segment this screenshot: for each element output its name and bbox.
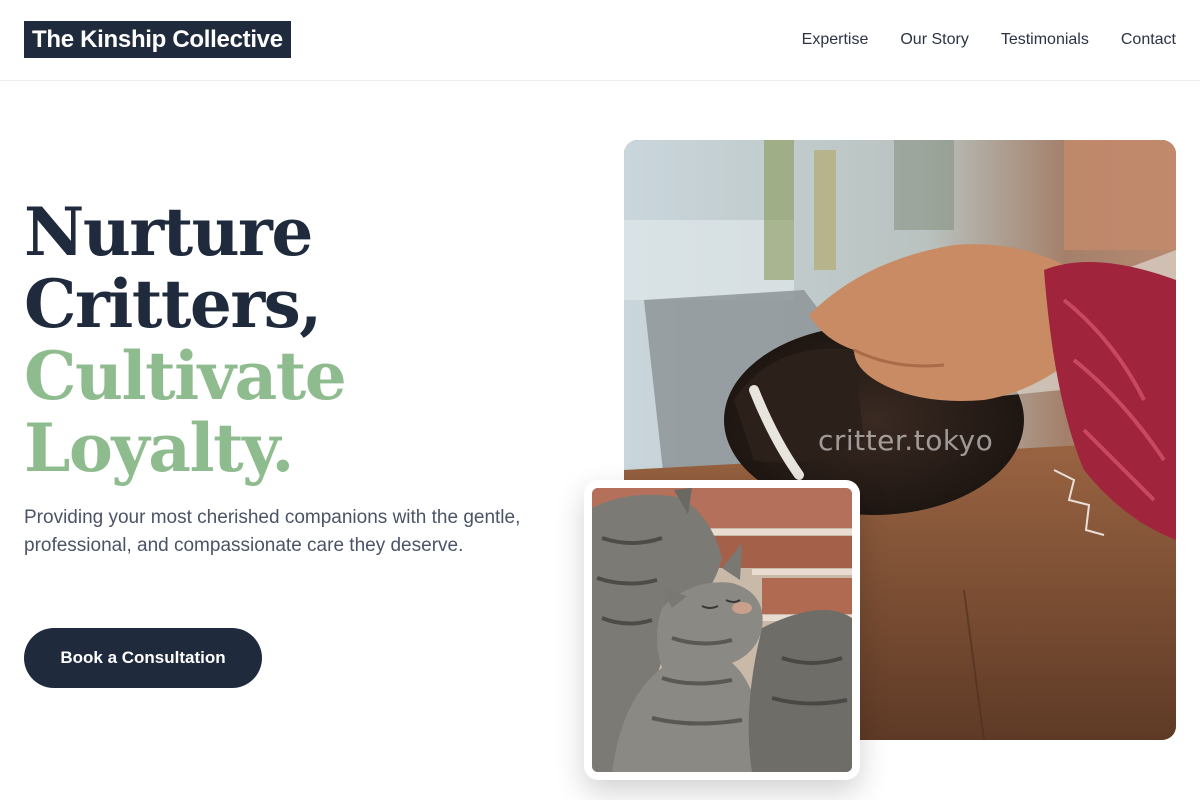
book-consultation-button[interactable]: Book a Consultation xyxy=(24,628,262,688)
hero-subtitle: Providing your most cherished companions… xyxy=(24,507,521,556)
hero-secondary-image-card xyxy=(584,480,860,780)
cuddling-cats-photo xyxy=(592,488,852,772)
site-logo[interactable]: The Kinship Collective xyxy=(24,21,291,58)
image-watermark: critter.tokyo xyxy=(818,424,994,457)
site-header: The Kinship Collective Expertise Our Sto… xyxy=(0,0,1200,81)
nav-link-testimonials[interactable]: Testimonials xyxy=(1001,29,1089,51)
hero-title-line-3: Cultivate xyxy=(24,337,347,415)
hero-title-line-4: Loyalty. xyxy=(24,409,294,487)
hero-title-line-2: Critters, xyxy=(24,265,322,343)
nav-link-expertise[interactable]: Expertise xyxy=(802,29,869,51)
nav-link-contact[interactable]: Contact xyxy=(1121,29,1176,51)
hero-title: Nurture Critters, Cultivate Loyalty. xyxy=(24,193,347,487)
nav-link-our-story[interactable]: Our Story xyxy=(900,29,968,51)
main-nav: Expertise Our Story Testimonials Contact xyxy=(802,29,1176,51)
hero-title-line-1: Nurture xyxy=(24,193,313,271)
hero-secondary-image xyxy=(592,488,852,772)
